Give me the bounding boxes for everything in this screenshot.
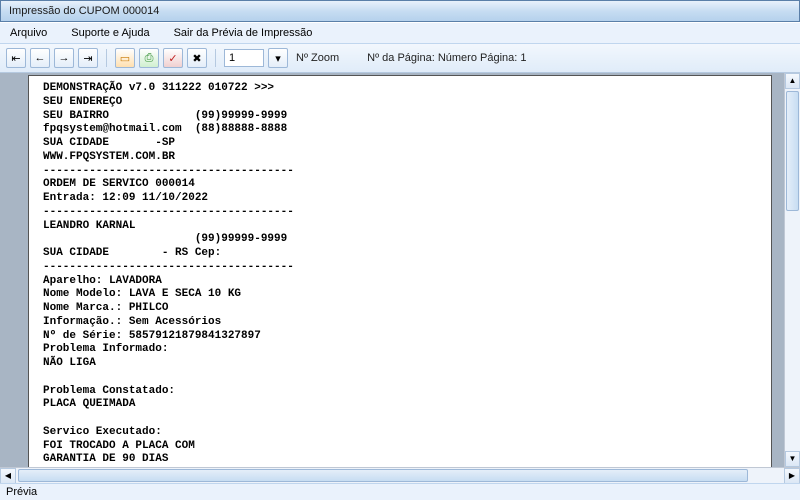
receipt-line: SUA CIDADE -SP	[43, 137, 175, 149]
preview-area: DEMONSTRAÇÃO v7.0 311222 010722 >>> SEU …	[0, 73, 800, 467]
receipt-line: Servico Executado:	[43, 426, 162, 438]
menu-arquivo[interactable]: Arquivo	[4, 25, 53, 41]
receipt-line: ORDEM DE SERVICO 000014	[43, 178, 195, 190]
scroll-down-button[interactable]: ▼	[785, 451, 800, 467]
receipt-divider: --------------------------------------	[43, 206, 294, 218]
receipt-line: SEU ENDEREÇO	[43, 96, 122, 108]
zoom-label: Nº Zoom	[296, 52, 339, 64]
receipt-line: LEANDRO KARNAL	[43, 220, 135, 232]
export-button[interactable]: ✓	[163, 48, 183, 68]
status-bar: Prévia	[0, 483, 800, 500]
toolbar-separator	[106, 49, 107, 67]
receipt-line: Problema Informado:	[43, 343, 168, 355]
receipt-divider: --------------------------------------	[43, 165, 294, 177]
menu-suporte[interactable]: Suporte e Ajuda	[65, 25, 155, 41]
print-button[interactable]: ⎙	[139, 48, 159, 68]
receipt-line: Problema Constatado:	[43, 385, 175, 397]
receipt-page: DEMONSTRAÇÃO v7.0 311222 010722 >>> SEU …	[28, 75, 772, 467]
zoom-input[interactable]	[224, 49, 264, 67]
status-text: Prévia	[6, 486, 37, 498]
nav-first-button[interactable]: ⇤	[6, 48, 26, 68]
receipt-line: Entrada: 12:09 11/10/2022	[43, 192, 208, 204]
receipt-line: SUA CIDADE - RS Cep:	[43, 247, 221, 259]
page-setup-button[interactable]: ▭	[115, 48, 135, 68]
close-button[interactable]: ✖	[187, 48, 207, 68]
receipt-line: fpqsystem@hotmail.com (88)88888-8888	[43, 123, 287, 135]
scroll-right-button[interactable]: ▶	[784, 468, 800, 484]
receipt-line: WWW.FPQSYSTEM.COM.BR	[43, 151, 175, 163]
receipt-line: Nome Modelo: LAVA E SECA 10 KG	[43, 288, 241, 300]
receipt-line: (99)99999-9999	[43, 233, 287, 245]
horizontal-scrollbar[interactable]: ◀ ▶	[0, 467, 800, 483]
zoom-stepper[interactable]: ▾	[268, 48, 288, 68]
toolbar: ⇤ ← → ⇥ ▭ ⎙ ✓ ✖ ▾ Nº Zoom Nº da Página: …	[0, 44, 800, 73]
receipt-line: Nome Marca.: PHILCO	[43, 302, 168, 314]
receipt-line: GARANTIA DE 90 DIAS	[43, 453, 168, 465]
receipt-line: DEMONSTRAÇÃO v7.0 311222 010722 >>>	[43, 82, 274, 94]
scroll-thumb-h[interactable]	[18, 469, 748, 482]
scroll-up-button[interactable]: ▲	[785, 73, 800, 89]
receipt-line: FOI TROCADO A PLACA COM	[43, 440, 195, 452]
receipt-divider: --------------------------------------	[43, 261, 294, 273]
receipt-line: PLACA QUEIMADA	[43, 398, 135, 410]
menu-sair[interactable]: Sair da Prévia de Impressão	[168, 25, 319, 41]
menu-bar: Arquivo Suporte e Ajuda Sair da Prévia d…	[0, 22, 800, 44]
vertical-scrollbar[interactable]: ▲ ▼	[784, 73, 800, 467]
receipt-line: SEU BAIRRO (99)99999-9999	[43, 110, 287, 122]
scroll-track-h[interactable]	[16, 468, 784, 483]
nav-last-button[interactable]: ⇥	[78, 48, 98, 68]
page-number-label: Nº da Página: Número Página: 1	[367, 52, 526, 64]
nav-prev-button[interactable]: ←	[30, 48, 50, 68]
receipt-line: Nº de Série: 58579121879841327897	[43, 330, 261, 342]
scroll-track-v[interactable]	[785, 89, 800, 451]
receipt-line: Aparelho: LAVADORA	[43, 275, 162, 287]
receipt-line: NÃO LIGA	[43, 357, 96, 369]
window-titlebar: Impressão do CUPOM 000014	[0, 0, 800, 22]
receipt-line: Informação.: Sem Acessórios	[43, 316, 221, 328]
toolbar-separator-2	[215, 49, 216, 67]
window-title: Impressão do CUPOM 000014	[9, 5, 159, 17]
nav-next-button[interactable]: →	[54, 48, 74, 68]
scroll-thumb-v[interactable]	[786, 91, 799, 211]
scroll-left-button[interactable]: ◀	[0, 468, 16, 484]
